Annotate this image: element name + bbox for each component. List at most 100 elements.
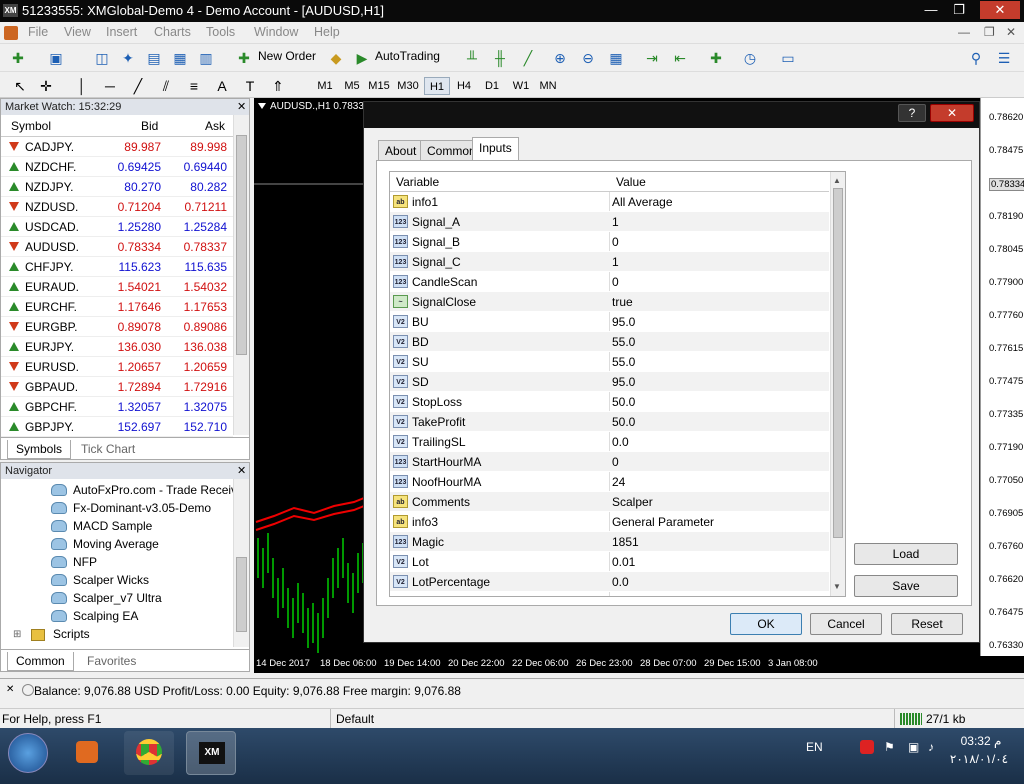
param-value[interactable]: All Average bbox=[612, 195, 673, 209]
search-icon[interactable]: ⚲ bbox=[966, 48, 986, 68]
market-watch-row[interactable]: NZDUSD. 0.71204 0.71211 bbox=[1, 197, 233, 217]
media-player-icon[interactable] bbox=[62, 731, 112, 775]
minimize-button[interactable]: — bbox=[918, 1, 944, 19]
grid-scrollbar[interactable]: ▲ ▼ bbox=[830, 172, 845, 596]
navigator-expert-item[interactable]: NFP bbox=[49, 553, 234, 571]
param-value[interactable]: 0.0 bbox=[612, 575, 629, 589]
tf-m5[interactable]: M5 bbox=[339, 77, 365, 95]
candlestick-icon[interactable]: ╫ bbox=[490, 48, 510, 68]
dialog-close-button[interactable]: ✕ bbox=[930, 104, 974, 122]
language-indicator[interactable]: EN bbox=[806, 740, 823, 754]
navigator-icon[interactable]: ▤ bbox=[144, 48, 164, 68]
ok-button[interactable]: OK bbox=[730, 613, 802, 635]
input-param-row[interactable]: 123 Signal_A 1 bbox=[390, 212, 829, 232]
market-watch-row[interactable]: USDCAD. 1.25280 1.25284 bbox=[1, 217, 233, 237]
market-watch-row[interactable]: CHFJPY. 115.623 115.635 bbox=[1, 257, 233, 277]
market-watch-close-icon[interactable]: ✕ bbox=[237, 100, 246, 113]
horizontal-line-icon[interactable]: ─ bbox=[100, 76, 120, 96]
input-param-row[interactable]: 123 CandleScan 0 bbox=[390, 272, 829, 292]
input-param-row[interactable]: ab info3 General Parameter bbox=[390, 512, 829, 532]
market-watch-row[interactable]: GBPAUD. 1.72894 1.72916 bbox=[1, 377, 233, 397]
input-param-row[interactable]: V2 BU 95.0 bbox=[390, 312, 829, 332]
autotrading-icon[interactable]: ▶ bbox=[352, 48, 372, 68]
tf-m15[interactable]: M15 bbox=[366, 77, 392, 95]
input-param-row[interactable]: V2 SU 55.0 bbox=[390, 352, 829, 372]
terminal-close-icon[interactable]: ✕ bbox=[6, 684, 14, 695]
menu-window[interactable]: Window bbox=[254, 25, 298, 39]
param-value[interactable]: 0.01 bbox=[612, 555, 635, 569]
crosshair-icon[interactable]: ✛ bbox=[36, 76, 56, 96]
param-value[interactable]: 55.0 bbox=[612, 355, 635, 369]
input-param-row[interactable]: 123 Signal_C 1 bbox=[390, 252, 829, 272]
menu-charts[interactable]: Charts bbox=[154, 25, 191, 39]
tf-w1[interactable]: W1 bbox=[508, 77, 534, 95]
new-chart-icon[interactable]: ✚ bbox=[8, 48, 28, 68]
input-param-row[interactable]: V2 TakeProfit 50.0 bbox=[390, 412, 829, 432]
save-button[interactable]: Save bbox=[854, 575, 958, 597]
tab-inputs[interactable]: Inputs bbox=[472, 137, 519, 161]
strategy-tester-icon[interactable]: ▥ bbox=[196, 48, 216, 68]
param-value[interactable]: 55.0 bbox=[612, 335, 635, 349]
new-order-button[interactable]: New Order bbox=[258, 49, 316, 63]
periods-icon[interactable]: ◷ bbox=[740, 48, 760, 68]
terminal-icon[interactable]: ▦ bbox=[170, 48, 190, 68]
network-icon[interactable]: ▣ bbox=[908, 740, 919, 754]
col-value[interactable]: Value bbox=[616, 175, 646, 189]
nav-scripts[interactable]: Scripts bbox=[53, 627, 90, 641]
param-value[interactable]: true bbox=[612, 295, 633, 309]
market-watch-row[interactable]: GBPCHF. 1.32057 1.32075 bbox=[1, 397, 233, 417]
input-param-row[interactable]: V2 Lot 0.01 bbox=[390, 552, 829, 572]
param-value[interactable]: 24 bbox=[612, 475, 625, 489]
menu-tools[interactable]: Tools bbox=[206, 25, 235, 39]
vertical-line-icon[interactable]: │ bbox=[72, 76, 92, 96]
cursor-icon[interactable]: ↖ bbox=[10, 76, 30, 96]
navigator-expert-item[interactable]: AutoFxPro.com - Trade Receiv bbox=[49, 481, 234, 499]
expand-icon[interactable]: ⊞ bbox=[13, 629, 21, 640]
tf-h1[interactable]: H1 bbox=[424, 77, 450, 95]
navigator-expert-item[interactable]: MACD Sample bbox=[49, 517, 234, 535]
scroll-thumb[interactable] bbox=[236, 557, 247, 632]
xm-terminal-icon[interactable]: XM bbox=[186, 731, 236, 775]
reset-button[interactable]: Reset bbox=[891, 613, 963, 635]
market-watch-row[interactable]: CADJPY. 89.987 89.998 bbox=[1, 137, 233, 157]
tab-common[interactable]: Common bbox=[7, 652, 74, 671]
input-param-row[interactable]: ~ SignalClose true bbox=[390, 292, 829, 312]
bar-chart-icon[interactable]: ╨ bbox=[462, 48, 482, 68]
mdi-restore-icon[interactable]: ❐ bbox=[984, 25, 995, 39]
menu-view[interactable]: View bbox=[64, 25, 91, 39]
market-watch-row[interactable]: EURCHF. 1.17646 1.17653 bbox=[1, 297, 233, 317]
text-icon[interactable]: A bbox=[212, 76, 232, 96]
navigator-expert-item[interactable]: Moving Average bbox=[49, 535, 234, 553]
dialog-help-button[interactable]: ? bbox=[898, 104, 926, 122]
start-button-icon[interactable] bbox=[8, 733, 48, 773]
zoom-out-icon[interactable]: ⊖ bbox=[578, 48, 598, 68]
volume-icon[interactable]: ♪ bbox=[928, 740, 934, 754]
market-watch-row[interactable]: AUDUSD. 0.78334 0.78337 bbox=[1, 237, 233, 257]
navigator-expert-item[interactable]: Scalping EA bbox=[49, 607, 234, 625]
close-button[interactable]: ✕ bbox=[980, 1, 1020, 19]
chart-shift-icon[interactable]: ⇤ bbox=[670, 48, 690, 68]
new-order-icon[interactable]: ✚ bbox=[234, 48, 254, 68]
col-symbol[interactable]: Symbol bbox=[11, 119, 51, 133]
tf-m1[interactable]: M1 bbox=[312, 77, 338, 95]
param-value[interactable]: 0 bbox=[612, 235, 619, 249]
restore-button[interactable]: ❐ bbox=[946, 1, 972, 19]
col-ask[interactable]: Ask bbox=[205, 119, 225, 133]
menu-help[interactable]: Help bbox=[314, 25, 340, 39]
navigator-close-icon[interactable]: ✕ bbox=[237, 464, 246, 477]
mdi-min-icon[interactable]: — bbox=[958, 25, 970, 39]
line-chart-icon[interactable]: ╱ bbox=[518, 48, 538, 68]
input-param-row[interactable]: V2 BD 55.0 bbox=[390, 332, 829, 352]
scroll-down-icon[interactable]: ▼ bbox=[833, 582, 841, 591]
input-param-row[interactable]: 123 Magic 1851 bbox=[390, 532, 829, 552]
chrome-icon[interactable] bbox=[124, 731, 174, 775]
market-watch-scrollbar[interactable] bbox=[233, 115, 249, 435]
channel-icon[interactable]: ⫽ bbox=[156, 76, 176, 96]
autotrading-button[interactable]: AutoTrading bbox=[375, 49, 440, 63]
data-window-icon[interactable]: ✦ bbox=[118, 48, 138, 68]
tile-windows-icon[interactable]: ▦ bbox=[606, 48, 626, 68]
col-bid[interactable]: Bid bbox=[141, 119, 158, 133]
tab-tick-chart[interactable]: Tick Chart bbox=[73, 440, 143, 459]
scroll-thumb[interactable] bbox=[833, 188, 843, 538]
input-param-row[interactable]: 123 StartHourMA 0 bbox=[390, 452, 829, 472]
